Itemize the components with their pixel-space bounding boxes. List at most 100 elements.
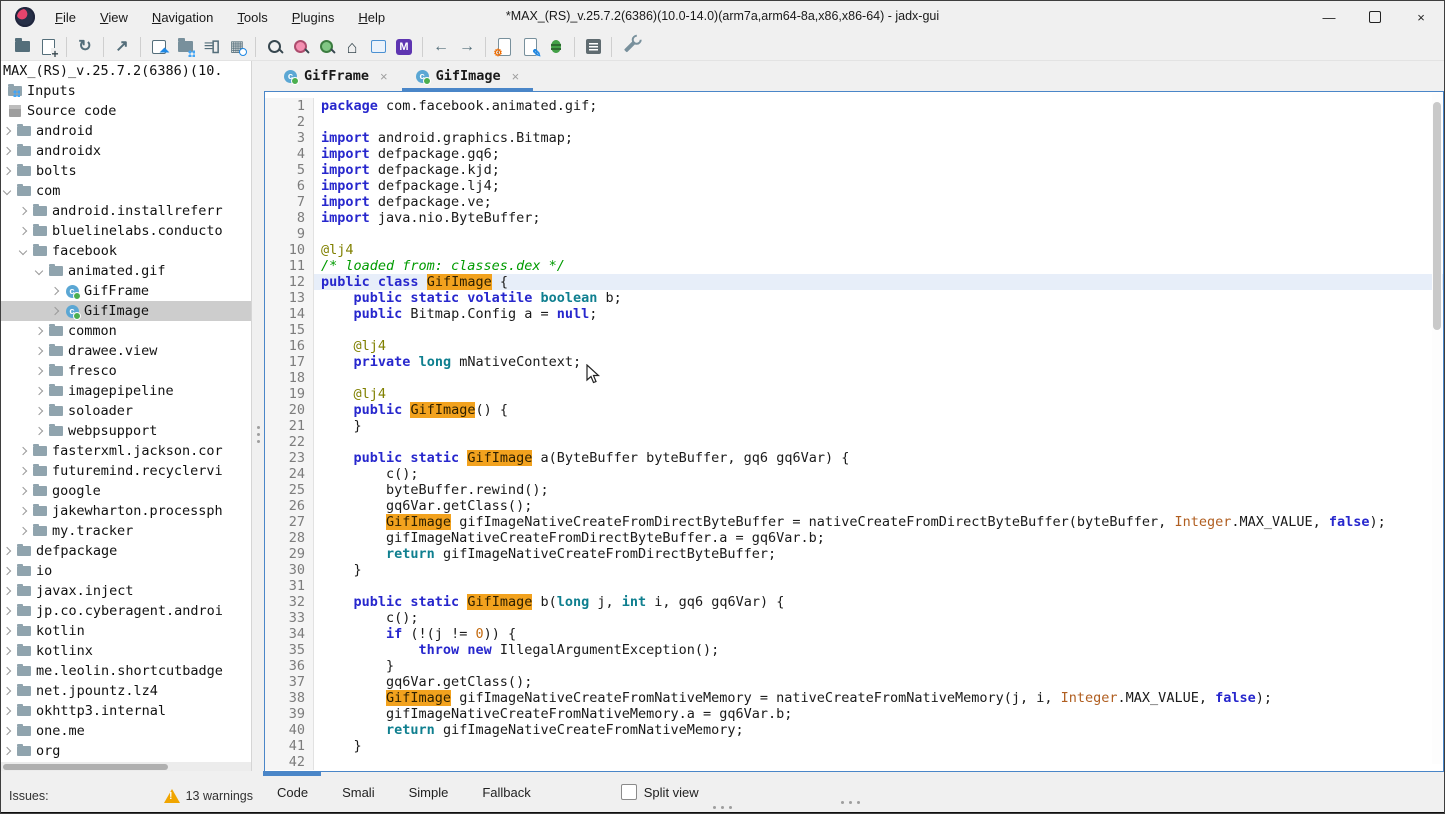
code-line[interactable]: 6import defpackage.lj4;	[265, 178, 1443, 194]
code-line[interactable]: 20 public GifImage() {	[265, 402, 1443, 418]
view-tab-code[interactable]: Code	[273, 783, 312, 802]
chevron-right-icon[interactable]	[35, 327, 43, 335]
chevron-right-icon[interactable]	[3, 687, 11, 695]
tree-item-max-rs-v-25-7-2-6386-10-[interactable]: MAX_(RS)_v.25.7.2(6386)(10.	[1, 61, 251, 81]
code-line[interactable]: 22	[265, 434, 1443, 450]
code-line[interactable]: 38 GifImage gifImageNativeCreateFromNati…	[265, 690, 1443, 706]
chevron-right-icon[interactable]	[3, 547, 11, 555]
tree-item-io[interactable]: io	[1, 561, 251, 581]
class-search-icon[interactable]	[287, 35, 313, 59]
chevron-right-icon[interactable]	[3, 587, 11, 595]
close-button[interactable]: ×	[1398, 1, 1444, 33]
code-line[interactable]: 11/* loaded from: classes.dex */	[265, 258, 1443, 274]
tab-gifimage[interactable]: cGifImage×	[402, 61, 534, 91]
tree-item-facebook[interactable]: facebook	[1, 241, 251, 261]
sync-with-editor-icon[interactable]	[146, 35, 172, 59]
menu-help[interactable]: Help	[348, 6, 395, 29]
view-tab-smali[interactable]: Smali	[338, 783, 379, 802]
code-line[interactable]: 40 return gifImageNativeCreateFromNative…	[265, 722, 1443, 738]
code-line[interactable]: 26 gq6Var.getClass();	[265, 498, 1443, 514]
menu-view[interactable]: View	[90, 6, 138, 29]
tree-item-common[interactable]: common	[1, 321, 251, 341]
tree-item-okhttp3-internal[interactable]: okhttp3.internal	[1, 701, 251, 721]
code-line[interactable]: 28 gifImageNativeCreateFromDirectByteBuf…	[265, 530, 1443, 546]
chevron-down-icon[interactable]	[19, 247, 27, 255]
code-line[interactable]: 19 @lj4	[265, 386, 1443, 402]
code-line[interactable]: 9	[265, 226, 1443, 242]
code-line[interactable]: 42	[265, 754, 1443, 770]
tree-item-androidx[interactable]: androidx	[1, 141, 251, 161]
code-line[interactable]: 16 @lj4	[265, 338, 1443, 354]
code-line[interactable]: 32 public static GifImage b(long j, int …	[265, 594, 1443, 610]
code-line[interactable]: 4import defpackage.gq6;	[265, 146, 1443, 162]
tree-item-gifframe[interactable]: cGifFrame	[1, 281, 251, 301]
code-line[interactable]: 25 byteBuffer.rewind();	[265, 482, 1443, 498]
tree-item-drawee-view[interactable]: drawee.view	[1, 341, 251, 361]
chevron-right-icon[interactable]	[3, 727, 11, 735]
splitter-handle-dots[interactable]	[713, 806, 732, 809]
tab-gifframe[interactable]: cGifFrame×	[270, 61, 402, 91]
code-line[interactable]: 33 c();	[265, 610, 1443, 626]
chevron-right-icon[interactable]	[3, 167, 11, 175]
tree-item-kotlinx[interactable]: kotlinx	[1, 641, 251, 661]
tree-item-fresco[interactable]: fresco	[1, 361, 251, 381]
tree-item-bolts[interactable]: bolts	[1, 161, 251, 181]
chevron-right-icon[interactable]	[51, 287, 59, 295]
code-line[interactable]: 3import android.graphics.Bitmap;	[265, 130, 1443, 146]
code-line[interactable]: 29 return gifImageNativeCreateFromDirect…	[265, 546, 1443, 562]
chevron-right-icon[interactable]	[35, 427, 43, 435]
code-line[interactable]: 10@lj4	[265, 242, 1443, 258]
tree-scrollbar-thumb[interactable]	[3, 764, 168, 770]
code-line[interactable]: 37 gq6Var.getClass();	[265, 674, 1443, 690]
code-line[interactable]: 18	[265, 370, 1443, 386]
code-line[interactable]: 5import defpackage.kjd;	[265, 162, 1443, 178]
chevron-right-icon[interactable]	[3, 147, 11, 155]
code-line[interactable]: 35 throw new IllegalArgumentException();	[265, 642, 1443, 658]
tree-item-bluelinelabs-conducto[interactable]: bluelinelabs.conducto	[1, 221, 251, 241]
frame-icon[interactable]	[365, 35, 391, 59]
tree-item-android-installreferr[interactable]: android.installreferr	[1, 201, 251, 221]
device-edit-icon[interactable]: ✎	[517, 35, 543, 59]
chevron-right-icon[interactable]	[19, 227, 27, 235]
code-line[interactable]: 2	[265, 114, 1443, 130]
code-line[interactable]: 13 public static volatile boolean b;	[265, 290, 1443, 306]
splitter-handle-dots-2[interactable]	[841, 801, 860, 804]
chevron-right-icon[interactable]	[3, 627, 11, 635]
tree-item-com[interactable]: com	[1, 181, 251, 201]
editor-scrollbar-thumb[interactable]	[1433, 102, 1441, 330]
chevron-right-icon[interactable]	[35, 407, 43, 415]
chevron-right-icon[interactable]	[19, 467, 27, 475]
code-line[interactable]: 41 }	[265, 738, 1443, 754]
code-editor[interactable]: 1package com.facebook.animated.gif;23imp…	[264, 92, 1444, 771]
code-line[interactable]: 8import java.nio.ByteBuffer;	[265, 210, 1443, 226]
search-icon[interactable]	[261, 35, 287, 59]
chevron-right-icon[interactable]	[19, 207, 27, 215]
code-line[interactable]: 31	[265, 578, 1443, 594]
tree-item-imagepipeline[interactable]: imagepipeline	[1, 381, 251, 401]
tree-item-defpackage[interactable]: defpackage	[1, 541, 251, 561]
code-line[interactable]: 14 public Bitmap.Config a = null;	[265, 306, 1443, 322]
tree-item-fasterxml-jackson-cor[interactable]: fasterxml.jackson.cor	[1, 441, 251, 461]
tree-item-org[interactable]: org	[1, 741, 251, 761]
chevron-right-icon[interactable]	[35, 387, 43, 395]
code-line[interactable]: 39 gifImageNativeCreateFromNativeMemory.…	[265, 706, 1443, 722]
code-line[interactable]: 21 }	[265, 418, 1443, 434]
chevron-right-icon[interactable]	[19, 487, 27, 495]
tree-item-futuremind-recyclervi[interactable]: futuremind.recyclervi	[1, 461, 251, 481]
maximize-button[interactable]	[1352, 1, 1398, 33]
tree-item-me-leolin-shortcutbadge[interactable]: me.leolin.shortcutbadge	[1, 661, 251, 681]
reload-icon[interactable]: ↻	[72, 35, 98, 59]
tree-item-gifimage[interactable]: cGifImage	[1, 301, 251, 321]
main-activity-icon[interactable]: ⌂	[339, 35, 365, 59]
menu-plugins[interactable]: Plugins	[282, 6, 345, 29]
tree-item-jp-co-cyberagent-androi[interactable]: jp.co.cyberagent.androi	[1, 601, 251, 621]
chevron-right-icon[interactable]	[3, 647, 11, 655]
menu-navigation[interactable]: Navigation	[142, 6, 223, 29]
tree-horizontal-scrollbar[interactable]	[1, 762, 251, 771]
editor-vertical-scrollbar[interactable]	[1432, 94, 1442, 764]
open-files-icon[interactable]	[9, 35, 35, 59]
split-view-toggle[interactable]: Split view	[621, 784, 699, 800]
chevron-right-icon[interactable]	[3, 607, 11, 615]
tree-item-google[interactable]: google	[1, 481, 251, 501]
close-icon[interactable]: ×	[380, 69, 388, 84]
